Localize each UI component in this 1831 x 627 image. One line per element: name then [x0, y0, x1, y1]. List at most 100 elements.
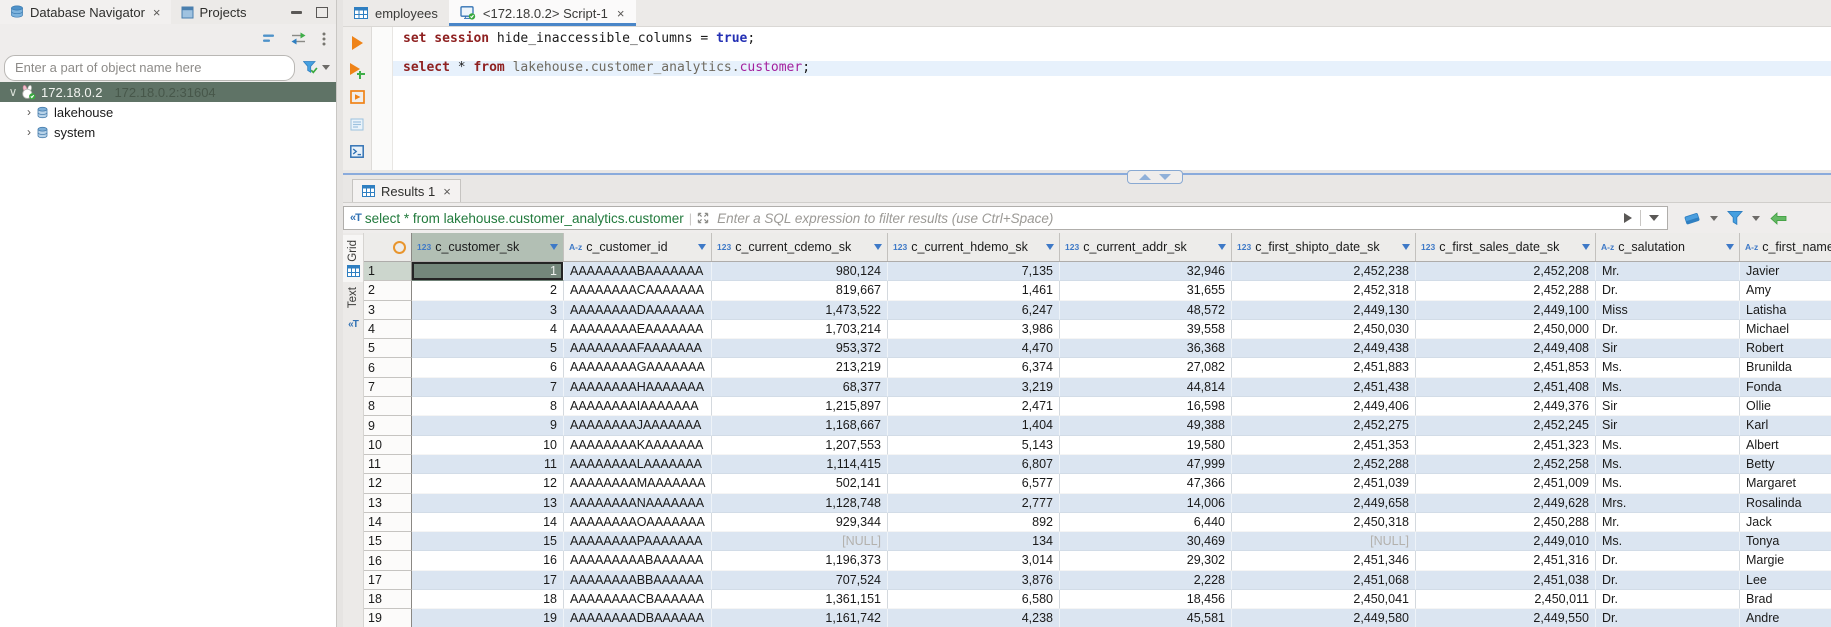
grid-cell[interactable]: 1,114,415 — [712, 455, 888, 474]
grid-cell[interactable]: 707,524 — [712, 571, 888, 590]
column-header-c_salutation[interactable]: A-zc_salutation — [1596, 233, 1740, 261]
chevron-down-icon[interactable] — [322, 65, 330, 70]
grid-cell[interactable]: Miss — [1596, 301, 1740, 320]
grid-cell[interactable]: 12 — [412, 474, 564, 493]
grid-cell[interactable]: 2,451,853 — [1416, 358, 1596, 377]
grid-cell[interactable]: Sir — [1596, 416, 1740, 435]
row-number[interactable]: 13 — [364, 494, 412, 513]
grid-cell[interactable]: 1,361,151 — [712, 590, 888, 609]
grid-cell[interactable]: AAAAAAAAIAAAAAAA — [564, 397, 712, 416]
grid-cell[interactable]: 2,452,288 — [1416, 281, 1596, 300]
chevron-down-icon[interactable] — [1752, 216, 1760, 221]
grid-cell[interactable]: 14 — [412, 513, 564, 532]
grid-cell[interactable]: 2,451,883 — [1232, 358, 1416, 377]
tab-database-navigator[interactable]: Database Navigator × — [0, 0, 171, 24]
grid-cell[interactable]: 3,014 — [888, 551, 1060, 570]
sql-console-button[interactable] — [348, 143, 366, 159]
editor-results-splitter[interactable] — [343, 170, 1831, 179]
column-header-c_current_hdemo_sk[interactable]: 123c_current_hdemo_sk — [888, 233, 1060, 261]
tree-item-connection[interactable]: ∨ 172.18.0.2 172.18.0.2:31604 — [0, 82, 336, 102]
tab-projects[interactable]: Projects — [171, 0, 257, 24]
grid-cell[interactable]: 6,374 — [888, 358, 1060, 377]
grid-cell[interactable]: 1,168,667 — [712, 416, 888, 435]
row-number[interactable]: 8 — [364, 397, 412, 416]
grid-cell[interactable]: 2,452,318 — [1232, 281, 1416, 300]
grid-cell[interactable]: 2,449,580 — [1232, 609, 1416, 627]
grid-cell[interactable]: 6,807 — [888, 455, 1060, 474]
sort-arrow-icon[interactable] — [874, 244, 882, 250]
grid-cell[interactable]: [NULL] — [712, 532, 888, 551]
sort-arrow-icon[interactable] — [698, 244, 706, 250]
grid-cell[interactable]: 49,388 — [1060, 416, 1232, 435]
grid-cell[interactable]: Sir — [1596, 339, 1740, 358]
grid-cell[interactable]: 32,946 — [1060, 262, 1232, 281]
grid-cell[interactable]: Mr. — [1596, 513, 1740, 532]
grid-cell[interactable]: 2,451,438 — [1232, 378, 1416, 397]
tab-employees[interactable]: employees — [343, 0, 449, 26]
grid-cell[interactable]: 502,141 — [712, 474, 888, 493]
grid-cell[interactable]: Ms. — [1596, 378, 1740, 397]
row-number[interactable]: 16 — [364, 551, 412, 570]
filter-funnel-check-icon[interactable] — [303, 61, 318, 75]
tree-item-system[interactable]: › system — [0, 122, 336, 142]
grid-cell[interactable]: Brad — [1740, 590, 1831, 609]
grid-cell[interactable]: 2,450,030 — [1232, 320, 1416, 339]
grid-cell[interactable]: 7 — [412, 378, 564, 397]
grid-cell[interactable]: 980,124 — [712, 262, 888, 281]
grid-cell[interactable]: 47,366 — [1060, 474, 1232, 493]
grid-cell[interactable]: 30,469 — [1060, 532, 1232, 551]
grid-cell[interactable]: 44,814 — [1060, 378, 1232, 397]
apply-filter-icon[interactable] — [1624, 213, 1632, 223]
grid-cell[interactable]: 6,577 — [888, 474, 1060, 493]
object-filter-input[interactable] — [4, 55, 295, 81]
row-number[interactable]: 7 — [364, 378, 412, 397]
row-number[interactable]: 1 — [364, 262, 412, 281]
column-header-c_current_cdemo_sk[interactable]: 123c_current_cdemo_sk — [712, 233, 888, 261]
grid-cell[interactable]: 1,404 — [888, 416, 1060, 435]
grid-cell[interactable]: Dr. — [1596, 320, 1740, 339]
back-arrow-icon[interactable] — [1769, 212, 1787, 225]
grid-cell[interactable]: Javier — [1740, 262, 1831, 281]
grid-cell[interactable]: 36,368 — [1060, 339, 1232, 358]
grid-cell[interactable]: AAAAAAAAHAAAAAAA — [564, 378, 712, 397]
grid-cell[interactable]: Dr. — [1596, 609, 1740, 627]
grid-cell[interactable]: Dr. — [1596, 551, 1740, 570]
grid-cell[interactable]: 1,215,897 — [712, 397, 888, 416]
grid-cell[interactable]: 2,777 — [888, 494, 1060, 513]
row-number[interactable]: 3 — [364, 301, 412, 320]
grid-cell[interactable]: 2,450,288 — [1416, 513, 1596, 532]
result-filter-input[interactable]: «T select * from lakehouse.customer_anal… — [343, 206, 1668, 230]
grid-cell[interactable]: 2,452,238 — [1232, 262, 1416, 281]
grid-cell[interactable]: 2,451,038 — [1416, 571, 1596, 590]
row-number[interactable]: 19 — [364, 609, 412, 627]
column-header-c_customer_id[interactable]: A-zc_customer_id — [564, 233, 712, 261]
grid-cell[interactable]: 1,207,553 — [712, 436, 888, 455]
grid-cell[interactable]: 3,986 — [888, 320, 1060, 339]
grid-cell[interactable]: 2 — [412, 281, 564, 300]
grid-cell[interactable]: Brunilda — [1740, 358, 1831, 377]
grid-cell[interactable]: 13 — [412, 494, 564, 513]
grid-cell[interactable]: 4,238 — [888, 609, 1060, 627]
grid-cell[interactable]: 19,580 — [1060, 436, 1232, 455]
grid-cell[interactable]: AAAAAAAAMAAAAAAA — [564, 474, 712, 493]
grid-cell[interactable]: 18,456 — [1060, 590, 1232, 609]
grid-cell[interactable]: Mr. — [1596, 262, 1740, 281]
grid-cell[interactable]: 14,006 — [1060, 494, 1232, 513]
grid-cell[interactable]: Andre — [1740, 609, 1831, 627]
grid-cell[interactable]: 2,451,039 — [1232, 474, 1416, 493]
grid-view-tab[interactable]: Grid — [343, 235, 363, 282]
splitter-maximize-control[interactable] — [1127, 170, 1183, 184]
grid-cell[interactable]: 2,449,130 — [1232, 301, 1416, 320]
chevron-expanded-icon[interactable]: ∨ — [6, 85, 20, 99]
grid-cell[interactable]: 2,450,011 — [1416, 590, 1596, 609]
grid-cell[interactable]: 47,999 — [1060, 455, 1232, 474]
grid-cell[interactable]: 27,082 — [1060, 358, 1232, 377]
row-number[interactable]: 14 — [364, 513, 412, 532]
grid-cell[interactable]: 2,450,000 — [1416, 320, 1596, 339]
explain-plan-button[interactable] — [348, 116, 366, 132]
execute-in-new-tab-button[interactable] — [348, 62, 366, 78]
sort-arrow-icon[interactable] — [1046, 244, 1054, 250]
grid-cell[interactable]: Karl — [1740, 416, 1831, 435]
grid-cell[interactable]: Ms. — [1596, 532, 1740, 551]
grid-cell[interactable]: Latisha — [1740, 301, 1831, 320]
